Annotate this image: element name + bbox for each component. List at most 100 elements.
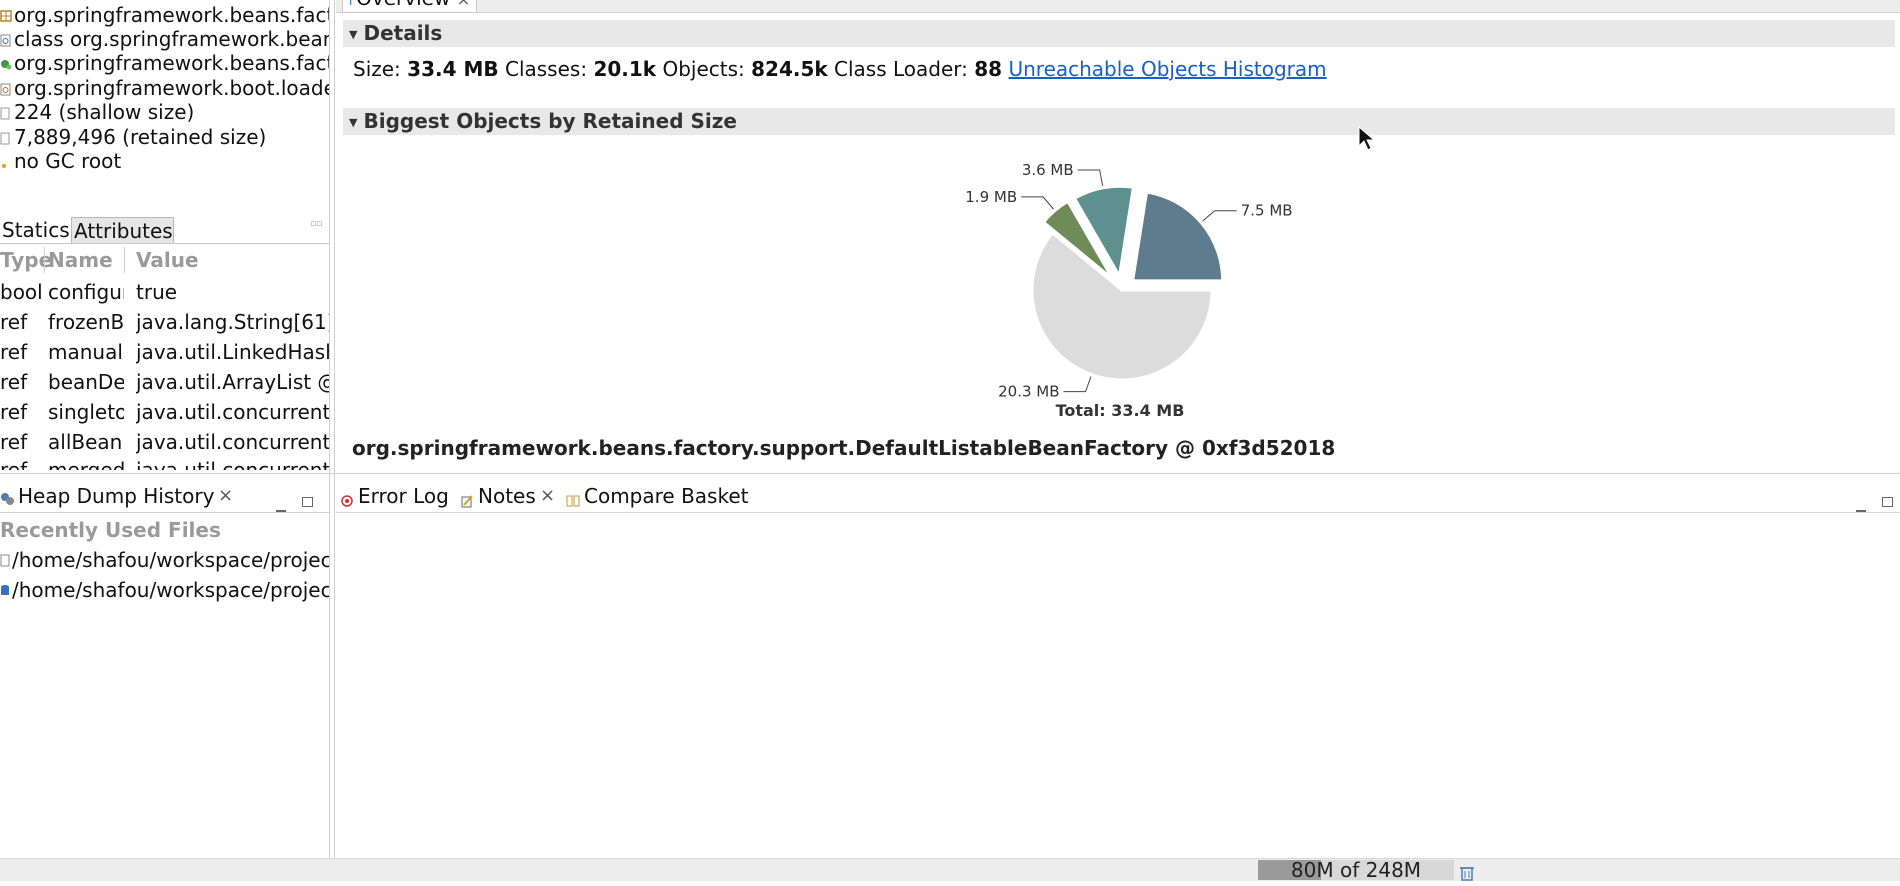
bottom-tab-bar: Error Log Notes × Compare Basket [336, 480, 1900, 513]
mouse-cursor-icon [1358, 126, 1376, 151]
table-row[interactable]: ref beanDefinitionNames java.util.ArrayLis… [0, 367, 329, 397]
cell-type: ref [0, 310, 28, 334]
recently-used-files-heading: Recently Used Files [0, 518, 221, 542]
cell-type: ref [0, 458, 28, 470]
cell-type: ref [0, 400, 28, 424]
tab-attributes[interactable]: Attributes [71, 217, 174, 243]
pie-leader-line [1063, 376, 1092, 393]
objects-label: Objects: [662, 57, 745, 81]
class-loader-label: Class Loader: [834, 57, 968, 81]
cell-value: java.util.ArrayList @ [136, 370, 329, 394]
panel-divider[interactable] [334, 0, 335, 858]
close-icon[interactable]: × [457, 0, 470, 9]
tab-error-log[interactable]: Error Log [358, 480, 449, 512]
info-row-gc-root: no GC root [0, 146, 121, 176]
tab-overview-label: Overview [356, 0, 450, 10]
pie-slice-label: 1.9 MB [965, 188, 1017, 206]
cell-value: java.util.concurrent [136, 400, 329, 424]
pie-slice[interactable] [1130, 190, 1225, 283]
retained-size-pie-chart[interactable]: 7.5 MB 3.6 MB 1.9 MB 20.3 MB Total: 33.4 MB [940, 140, 1340, 430]
table-row[interactable]: ref mergedBeanDefinitions java.util.concur… [0, 455, 329, 470]
tab-notes[interactable]: Notes [478, 480, 536, 512]
notes-icon [460, 489, 474, 513]
file-icon [0, 545, 12, 575]
size-icon [0, 98, 12, 120]
size-value: 33.4 MB [407, 57, 499, 81]
list-item[interactable]: /home/shafou/workspace/project/heapdump2… [0, 575, 329, 605]
cell-type: ref [0, 340, 28, 364]
chart-total-label: Total: 33.4 MB [1056, 401, 1185, 420]
panel-divider[interactable] [329, 0, 330, 858]
table-row[interactable]: boolconfigurationFrozen true [0, 277, 329, 307]
collapse-triangle-icon[interactable]: ▼ [349, 109, 357, 136]
selected-object-title: org.springframework.beans.factory.suppor… [352, 436, 1336, 460]
maximize-icon[interactable] [302, 488, 313, 512]
classes-value: 20.1k [593, 57, 657, 81]
heap-usage-text: 80M of 248M [1290, 858, 1422, 882]
pie-leader-line [1077, 169, 1104, 186]
cell-name: frozenBeanDefinitionNames [48, 310, 124, 334]
close-icon[interactable]: × [218, 480, 233, 512]
heap-dump-history-tab-bar: Heap Dump History × [0, 480, 329, 513]
table-row[interactable]: ref singletonObjects java.util.concurrent [0, 397, 329, 427]
list-item[interactable]: /home/shafou/workspace/project/heapdump.… [0, 545, 329, 575]
notes-editor-area[interactable] [336, 513, 1900, 858]
cell-name: beanDefinitionNames [48, 370, 124, 394]
panel-divider-horizontal[interactable] [0, 473, 1900, 474]
attributes-tab-bar: Statics Attributes ▫▫ [0, 217, 329, 244]
section-title: Details [363, 21, 443, 45]
biggest-objects-section-header[interactable]: ▼ Biggest Objects by Retained Size [343, 108, 1895, 135]
details-section-header[interactable]: ▼ Details [343, 20, 1895, 47]
object-info-panel: org.springframework.beans.factory.suppor… [0, 0, 329, 218]
class-loader-value: 88 [974, 57, 1003, 81]
overview-tab-bar: i Overview × [336, 0, 1900, 13]
cell-value: java.util.concurrent [136, 458, 329, 470]
collapse-triangle-icon[interactable]: ▼ [349, 21, 357, 48]
classloader-icon [0, 74, 12, 96]
view-menu-icon[interactable]: ▫▫ [310, 219, 322, 229]
unreachable-objects-histogram-link[interactable]: Unreachable Objects Histogram [1008, 57, 1326, 81]
cell-name: configurationFrozen [48, 280, 124, 304]
pie-leader-line [1202, 210, 1237, 222]
maximize-icon[interactable] [1882, 488, 1893, 512]
database-icon [0, 575, 12, 605]
cell-name: manualSingletonNames [48, 340, 124, 364]
tab-heap-dump-history[interactable]: Heap Dump History [18, 480, 214, 512]
cell-name: singletonObjects [48, 400, 124, 424]
tab-statics[interactable]: Statics [0, 217, 72, 243]
attributes-table: Type Name Value boolconfigurationFrozen t… [0, 245, 329, 470]
gc-root-icon [0, 147, 12, 168]
class-hash-icon [0, 1, 12, 22]
cell-name: mergedBeanDefinitions [48, 458, 124, 470]
compare-basket-icon [566, 489, 580, 513]
tab-compare-basket[interactable]: Compare Basket [584, 480, 749, 512]
cell-name: allBeanNamesByType [48, 430, 124, 454]
column-header-value[interactable]: Value [136, 245, 329, 275]
pie-slice-label: 7.5 MB [1241, 202, 1293, 220]
pie-slice-label: 20.3 MB [998, 383, 1059, 401]
column-header-type[interactable]: Type [0, 245, 52, 275]
table-row[interactable]: ref frozenBeanDefinitionNames java.lang.St… [0, 307, 329, 337]
cell-value: java.lang.String[61] [136, 310, 329, 334]
column-header-name[interactable]: Name [48, 245, 124, 275]
cell-type: bool [0, 280, 43, 304]
close-icon[interactable]: × [540, 480, 555, 512]
pie-slice-label: 3.6 MB [1022, 161, 1074, 179]
cell-value: true [136, 280, 178, 304]
objects-value: 824.5k [751, 57, 828, 81]
cell-type: ref [0, 370, 28, 394]
garbage-collect-icon[interactable] [1460, 862, 1474, 886]
package-icon [0, 49, 12, 70]
table-row[interactable]: ref manualSingletonNames java.util.LinkedH… [0, 337, 329, 367]
table-row[interactable]: ref allBeanNamesByType java.util.concurren… [0, 427, 329, 457]
size-label: Size: [353, 57, 401, 81]
info-text: 224 (shallow size) [14, 100, 195, 124]
info-text: org.springframework.beans.factory.suppor… [14, 51, 329, 75]
heap-dump-history-body: Recently Used Files /home/shafou/workspa… [0, 513, 329, 858]
info-text: no GC root [14, 149, 122, 173]
cell-value: java.util.LinkedHashSet [136, 340, 329, 364]
section-title: Biggest Objects by Retained Size [363, 109, 737, 133]
cell-value: java.util.concurrent [136, 430, 329, 454]
heap-history-icon [0, 488, 16, 512]
tab-overview[interactable]: i Overview × [342, 0, 478, 13]
